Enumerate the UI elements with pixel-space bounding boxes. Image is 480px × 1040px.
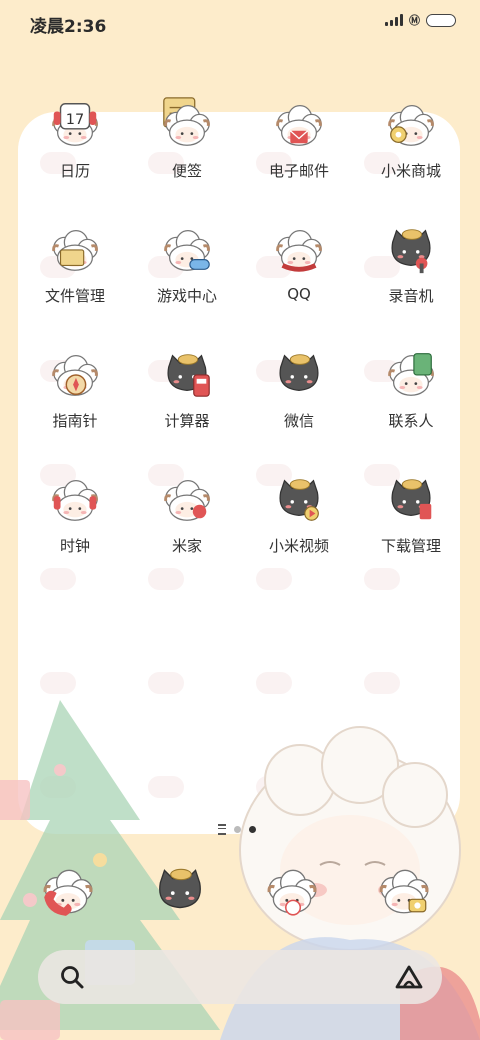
menu-lines-icon [218, 824, 226, 835]
dock-browser[interactable] [262, 860, 322, 920]
file-manager-icon [52, 230, 98, 271]
battery-icon [426, 13, 456, 27]
app-calculator[interactable]: 计算器 [132, 346, 242, 456]
app-icon-wrapper[interactable] [159, 346, 215, 402]
mijia-icon [164, 480, 210, 521]
notes-icon [163, 97, 210, 146]
app-label: 电子邮件 [268, 162, 329, 180]
app-file-manager[interactable]: 文件管理 [20, 221, 130, 331]
signal-icon [385, 14, 403, 26]
recorder-icon [391, 229, 431, 274]
app-label: 小米视频 [268, 537, 329, 555]
app-label: 文件管理 [44, 287, 105, 305]
app-recorder[interactable]: 录音机 [356, 221, 466, 331]
app-compass[interactable]: 指南针 [20, 346, 130, 456]
camera-icon [379, 869, 429, 914]
app-label: 小米商城 [380, 162, 441, 180]
svg-text:17: 17 [66, 112, 84, 128]
dock-messages[interactable] [150, 860, 210, 920]
app-email[interactable]: 电子邮件 [244, 96, 354, 206]
app-wechat[interactable]: 微信 [244, 346, 354, 456]
app-icon-wrapper[interactable] [383, 221, 439, 277]
calendar-icon: 17 [52, 103, 98, 146]
app-icon-wrapper[interactable] [159, 221, 215, 277]
watermark-sheep [256, 672, 292, 694]
app-icon-wrapper[interactable] [47, 471, 103, 527]
app-icon-wrapper[interactable] [47, 346, 103, 402]
watermark-sheep [364, 672, 400, 694]
app-mi-store[interactable]: 小米商城 [356, 96, 466, 206]
app-label: 录音机 [388, 287, 434, 305]
app-downloads[interactable]: 下载管理 [356, 471, 466, 581]
app-label: 指南针 [52, 412, 98, 430]
browser-icon [267, 869, 317, 916]
app-notes[interactable]: 便签 [132, 96, 242, 206]
dock [0, 860, 480, 930]
app-icon-wrapper[interactable] [383, 471, 439, 527]
app-label: 时钟 [59, 537, 90, 555]
app-icon-wrapper[interactable] [159, 96, 215, 152]
calculator-icon [167, 354, 210, 397]
app-icon-wrapper[interactable] [271, 96, 327, 152]
dock-phone[interactable] [38, 860, 98, 920]
app-game-center[interactable]: 游戏中心 [132, 221, 242, 331]
phone-icon [43, 869, 93, 916]
app-qq[interactable]: QQ [244, 221, 354, 331]
app-label: QQ [287, 285, 311, 303]
qq-icon [276, 230, 322, 272]
contacts-icon [388, 353, 434, 396]
page-dot-2[interactable] [249, 826, 256, 833]
status-bar: 凌晨2:36 Ⓜ [0, 0, 480, 44]
app-label: 便签 [171, 162, 202, 180]
search-icon[interactable] [58, 963, 86, 991]
app-label: 联系人 [388, 412, 434, 430]
app-mijia[interactable]: 米家 [132, 471, 242, 581]
game-center-icon [164, 230, 210, 271]
search-bar[interactable] [38, 950, 442, 1004]
app-label: 计算器 [164, 412, 210, 430]
app-icon-wrapper[interactable] [271, 471, 327, 527]
app-icon-wrapper[interactable] [47, 221, 103, 277]
app-clock[interactable]: 时钟 [20, 471, 130, 581]
page-indicator[interactable] [218, 824, 256, 835]
wechat-icon [279, 354, 319, 392]
app-icon-wrapper[interactable]: 17 [47, 96, 103, 152]
status-time: 凌晨2:36 [30, 17, 107, 37]
app-label: 微信 [283, 412, 314, 430]
email-icon [276, 105, 322, 146]
app-label: 下载管理 [380, 537, 441, 555]
compass-icon [52, 355, 98, 396]
app-icon-wrapper[interactable] [383, 346, 439, 402]
network-label: Ⓜ [409, 14, 420, 27]
watermark-sheep [40, 672, 76, 694]
clock-icon [52, 480, 98, 521]
assistant-icon[interactable] [394, 963, 424, 991]
app-label: 日历 [59, 162, 90, 180]
mi-video-icon [279, 479, 319, 521]
mi-store-icon [388, 105, 434, 146]
app-mi-video[interactable]: 小米视频 [244, 471, 354, 581]
messages-icon [159, 868, 201, 909]
watermark-sheep [148, 672, 184, 694]
app-label: 米家 [171, 537, 202, 555]
app-label: 游戏中心 [156, 287, 217, 305]
page-dot-1[interactable] [234, 826, 241, 833]
app-icon-wrapper[interactable] [271, 221, 327, 277]
app-calendar[interactable]: 17 日历 [20, 96, 130, 206]
app-icon-wrapper[interactable] [383, 96, 439, 152]
app-contacts[interactable]: 联系人 [356, 346, 466, 456]
downloads-icon [391, 479, 432, 520]
app-icon-wrapper[interactable] [271, 346, 327, 402]
dock-camera[interactable] [374, 860, 434, 920]
app-icon-wrapper[interactable] [159, 471, 215, 527]
